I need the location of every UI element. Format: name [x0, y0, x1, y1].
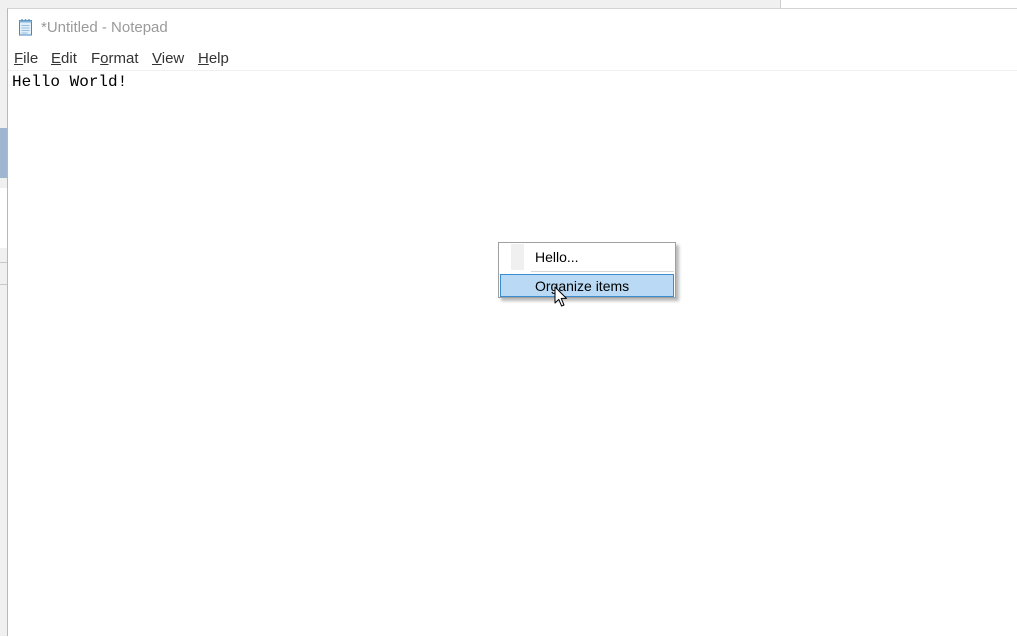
context-menu-item-label: Hello... — [535, 249, 579, 265]
menu-help[interactable]: Help — [198, 50, 229, 67]
title-bar[interactable]: *Untitled - Notepad — [8, 9, 1017, 47]
window-title: *Untitled - Notepad — [41, 19, 168, 36]
context-menu-item-label: Organize items — [535, 278, 630, 294]
notepad-icon — [18, 18, 34, 36]
menu-file[interactable]: File — [14, 50, 38, 67]
editor-content: Hello World! — [12, 73, 128, 91]
notepad-window: *Untitled - Notepad File Edit Format Vie… — [7, 8, 1017, 636]
context-menu-item-organize-items[interactable]: Organize items — [500, 274, 674, 297]
menu-edit[interactable]: Edit — [51, 50, 77, 67]
background-window-edge — [780, 0, 1017, 8]
text-editor[interactable]: Hello World! — [8, 72, 1017, 637]
menu-format[interactable]: Format — [91, 50, 139, 67]
context-menu-separator — [531, 271, 674, 272]
menu-view[interactable]: View — [152, 50, 184, 67]
mouse-pointer-icon — [554, 286, 568, 308]
context-menu-item-hello[interactable]: Hello... — [500, 245, 674, 268]
context-menu: Hello... Organize items — [498, 242, 676, 298]
menu-bar: File Edit Format View Help — [8, 48, 1017, 71]
